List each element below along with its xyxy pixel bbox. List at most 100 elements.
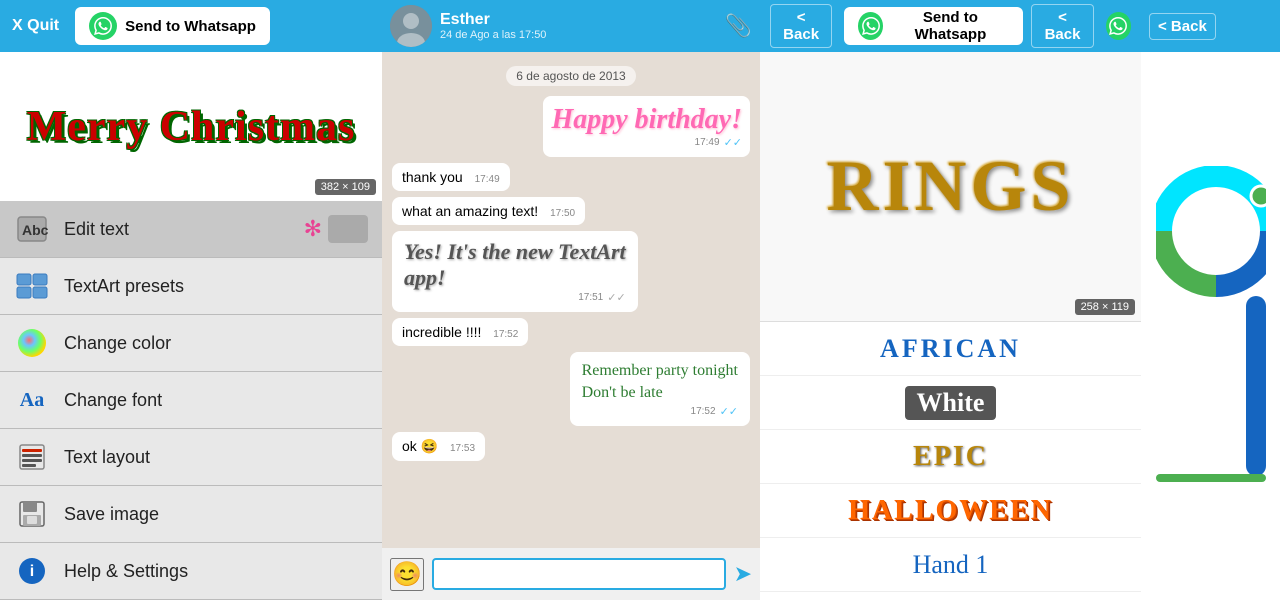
remember-text: Remember party tonightDon't be late: [582, 360, 738, 405]
menu-item-text-layout[interactable]: Text layout: [0, 429, 382, 486]
back-button-presets2[interactable]: < Back: [1031, 4, 1093, 48]
send-to-whatsapp-button-presets[interactable]: Send to Whatsapp: [844, 7, 1023, 45]
message-amazing: what an amazing text! 17:50: [392, 197, 585, 225]
preset-list: African White EPIC HALLOWEEN Hand 1 Pain…: [760, 322, 1141, 600]
text-layout-label: Text layout: [64, 447, 150, 468]
message-yes-textart: Yes! It's the new TextArtapp! 17:51 ✓✓: [392, 231, 638, 312]
menu-item-save-image[interactable]: Save image: [0, 486, 382, 543]
chat-avatar: [390, 5, 432, 47]
message-thank-you: thank you 17:49: [392, 163, 510, 191]
emoji-button[interactable]: 😊: [390, 558, 424, 591]
color-wheel-area[interactable]: [1141, 52, 1280, 600]
preset-item-painter[interactable]: Painter: [760, 592, 1141, 600]
menu-item-help-settings[interactable]: i Help & Settings: [0, 543, 382, 600]
quit-button[interactable]: X Quit: [0, 0, 71, 52]
menu-item-textart-presets[interactable]: TextArt presets: [0, 258, 382, 315]
chat-panel: Esther 24 de Ago a las 17:50 📎 6 de agos…: [382, 0, 760, 600]
message-incredible: incredible !!!! 17:52: [392, 318, 528, 346]
yes-textart-check: ✓✓: [607, 291, 625, 304]
help-settings-icon: i: [14, 553, 50, 589]
edit-text-icon: Abc: [14, 211, 50, 247]
presets-size-label: 258 × 119: [1075, 299, 1135, 315]
preset-item-white[interactable]: White: [760, 376, 1141, 430]
color-ring-svg: [1156, 166, 1266, 486]
msg-thank-you-text: thank you: [402, 169, 463, 185]
preset-item-epic[interactable]: EPIC: [760, 430, 1141, 484]
msg-thank-you-time: 17:49: [475, 174, 500, 185]
yes-textart-time: 17:51: [578, 292, 603, 303]
back-button-color[interactable]: < Back: [1149, 13, 1216, 40]
preview-size-label: 382 × 109: [315, 179, 376, 195]
whatsapp-icon-presets: [858, 12, 883, 40]
preset-item-halloween[interactable]: HALLOWEEN: [760, 484, 1141, 538]
whatsapp-icon-presets2: [1106, 12, 1131, 40]
edit-text-label: Edit text: [64, 219, 129, 240]
chat-header: Esther 24 de Ago a las 17:50 📎: [382, 0, 760, 52]
preset-hand-text: Hand 1: [913, 550, 989, 580]
birthday-check: ✓✓: [724, 136, 742, 149]
svg-text:i: i: [30, 563, 34, 580]
msg-ok-time: 17:53: [450, 443, 475, 454]
message-birthday-image: Happy birthday! 17:49 ✓✓: [543, 96, 750, 157]
chat-user-name: Esther: [440, 11, 717, 29]
color-panel: < Back: [1141, 0, 1280, 600]
preset-halloween-text: HALLOWEEN: [848, 495, 1053, 527]
chat-input-bar: 😊 ➤: [382, 548, 760, 600]
color-header: < Back: [1141, 0, 1280, 52]
presets-header: < Back Send to Whatsapp < Back: [760, 0, 1141, 52]
textart-presets-icon: [14, 268, 50, 304]
color-swatch: [328, 215, 368, 243]
menu-item-change-font[interactable]: Aa Change font: [0, 372, 382, 429]
whatsapp-label-left: Send to Whatsapp: [125, 18, 256, 35]
preview-christmas-text: Merry Christmas: [17, 93, 366, 161]
menu-item-edit-text[interactable]: Abc Edit text ✻: [0, 201, 382, 258]
back-button-presets[interactable]: < Back: [770, 4, 832, 48]
msg-amazing-text: what an amazing text!: [402, 203, 538, 219]
message-ok: ok 😆 17:53: [392, 432, 485, 461]
change-color-icon: [14, 325, 50, 361]
change-font-label: Change font: [64, 390, 162, 411]
left-panel: X Quit Send to Whatsapp Merry Christmas …: [0, 0, 382, 600]
help-settings-label: Help & Settings: [64, 561, 188, 582]
attachment-icon[interactable]: 📎: [725, 13, 752, 39]
preset-item-african[interactable]: African: [760, 322, 1141, 376]
msg-incredible-text: incredible !!!!: [402, 324, 481, 340]
presets-preview: RINGS 258 × 119: [760, 52, 1141, 322]
msg-incredible-time: 17:52: [493, 329, 518, 340]
text-layout-icon: [14, 439, 50, 475]
menu-list: Abc Edit text ✻ TextArt presets: [0, 201, 382, 600]
yes-textart-text: Yes! It's the new TextArtapp!: [404, 239, 626, 291]
chat-messages: 6 de agosto de 2013 Happy birthday! 17:4…: [382, 52, 760, 548]
msg-amazing-time: 17:50: [550, 208, 575, 219]
rings-preview-text: RINGS: [826, 145, 1074, 228]
presets-panel: < Back Send to Whatsapp < Back RINGS 258…: [760, 0, 1141, 600]
chat-date-label: 6 de agosto de 2013: [506, 66, 635, 86]
remember-check: ✓✓: [720, 405, 738, 418]
svg-text:Abc: Abc: [22, 222, 48, 238]
birthday-text: Happy birthday!: [551, 104, 742, 136]
change-font-icon: Aa: [14, 382, 50, 418]
save-image-icon: [14, 496, 50, 532]
send-button[interactable]: ➤: [734, 561, 752, 587]
preset-epic-text: EPIC: [913, 441, 988, 473]
chat-user-info: Esther 24 de Ago a las 17:50: [440, 11, 717, 41]
preset-item-hand[interactable]: Hand 1: [760, 538, 1141, 592]
chat-user-status: 24 de Ago a las 17:50: [440, 29, 717, 41]
whatsapp-label-presets: Send to Whatsapp: [891, 9, 1009, 43]
save-image-label: Save image: [64, 504, 159, 525]
message-remember: Remember party tonightDon't be late 17:5…: [570, 352, 750, 426]
left-header: X Quit Send to Whatsapp: [0, 0, 382, 52]
msg-ok-text: ok 😆: [402, 438, 438, 454]
change-color-label: Change color: [64, 333, 171, 354]
menu-item-change-color[interactable]: Change color: [0, 315, 382, 372]
whatsapp-icon-left: [89, 12, 117, 40]
remember-time: 17:52: [691, 406, 716, 417]
send-to-whatsapp-button-left[interactable]: Send to Whatsapp: [75, 7, 270, 45]
chat-text-input[interactable]: [432, 558, 726, 590]
preset-white-text: White: [905, 386, 997, 420]
birthday-time: 17:49: [695, 137, 720, 148]
textart-presets-label: TextArt presets: [64, 276, 184, 297]
left-preview: Merry Christmas 382 × 109: [0, 52, 382, 201]
snowflake-icon: ✻: [304, 216, 322, 242]
preset-african-text: African: [880, 334, 1021, 364]
